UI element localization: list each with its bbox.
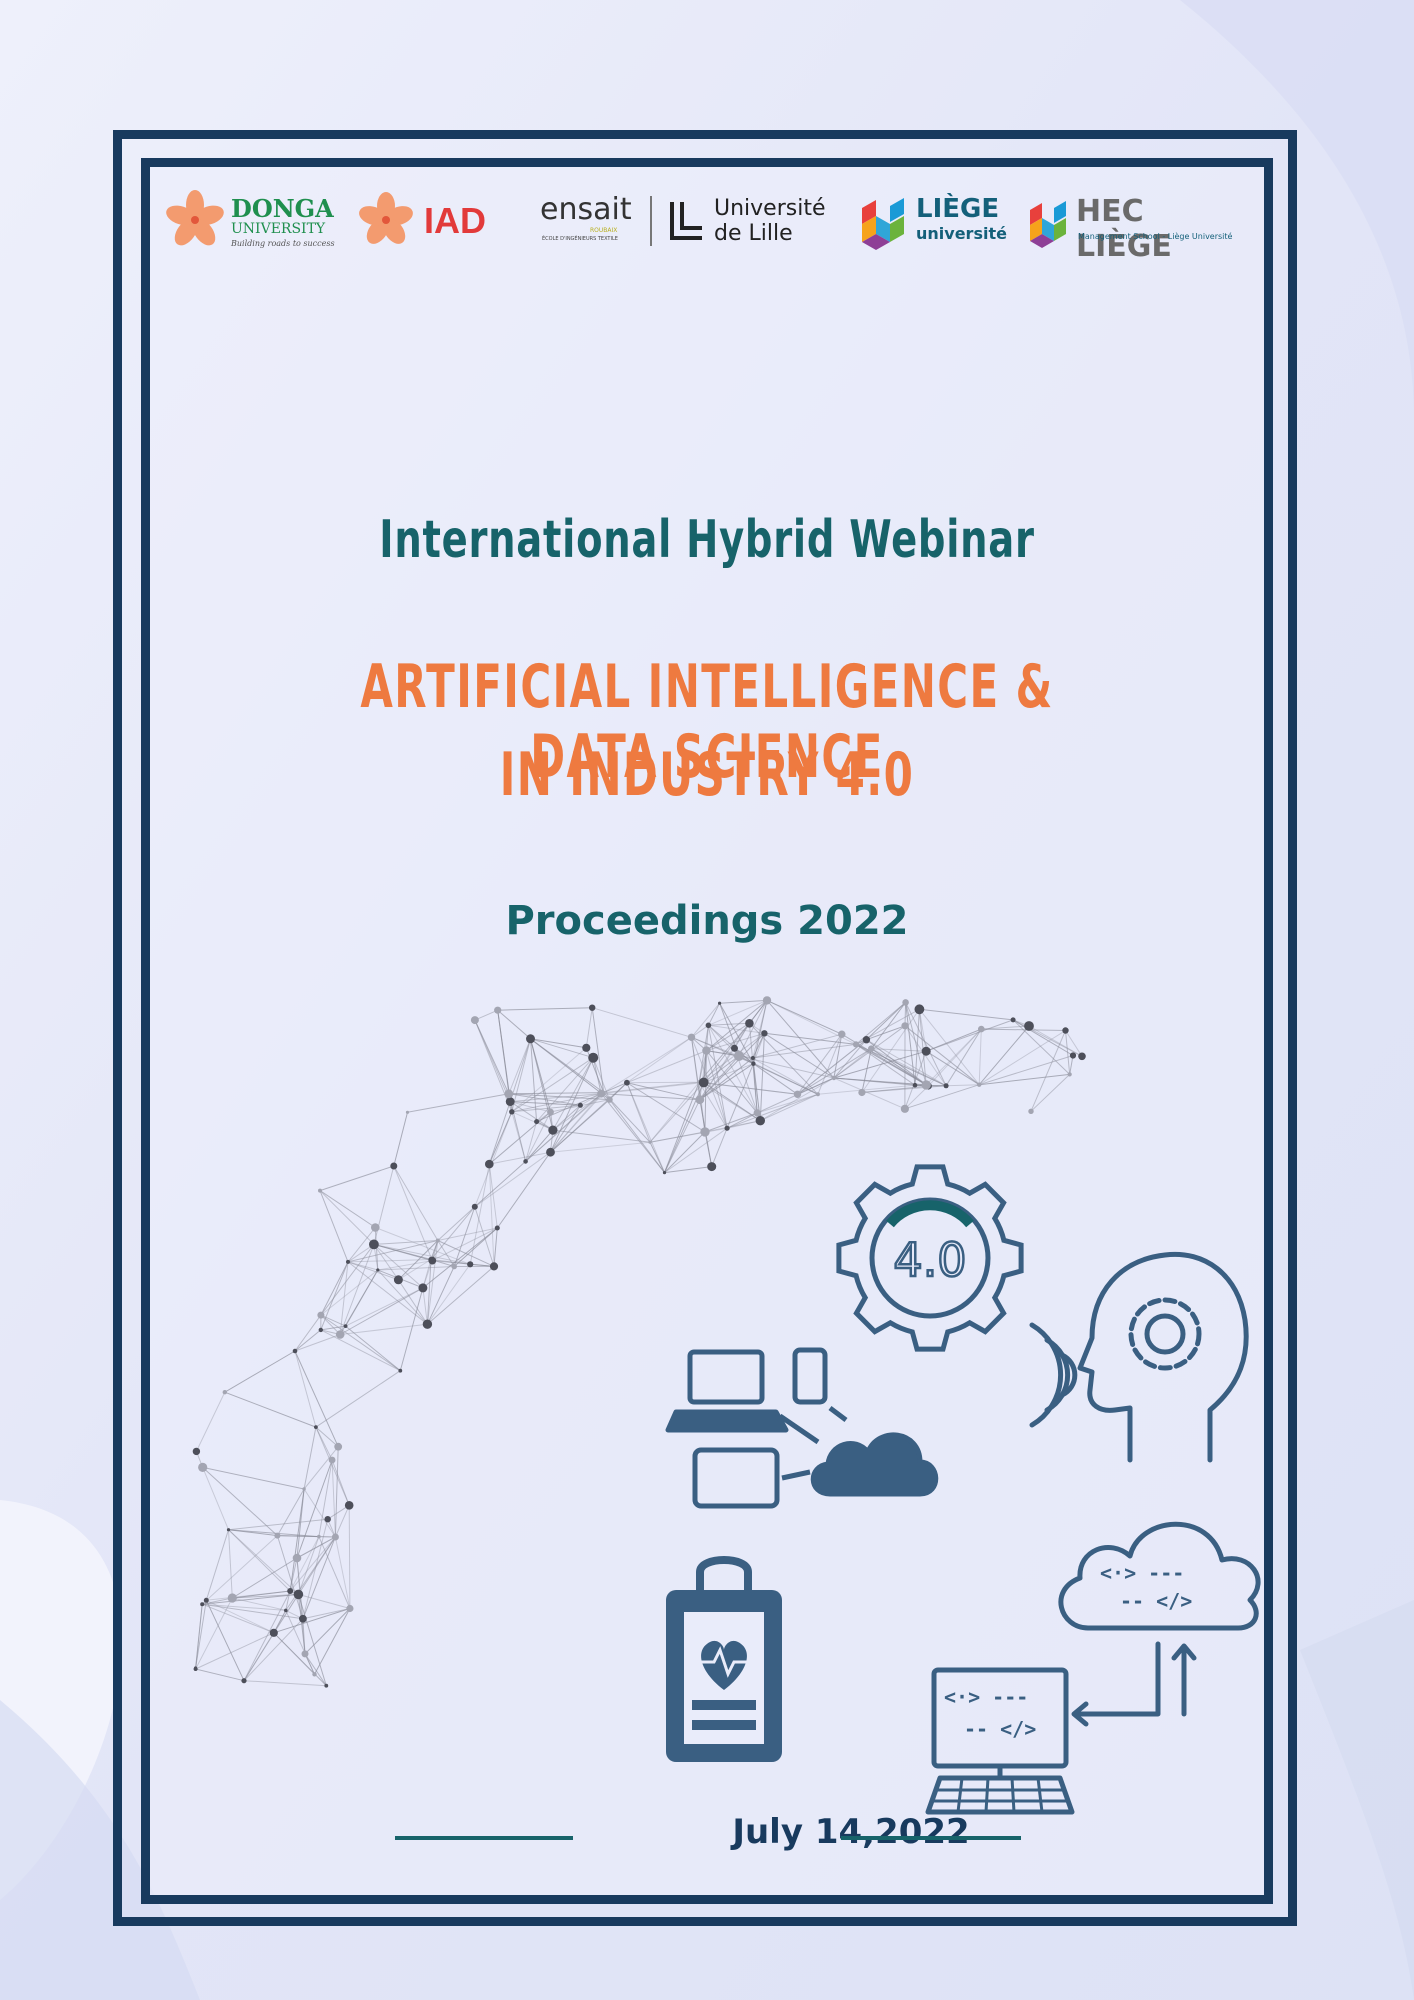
flower-icon xyxy=(359,192,413,244)
logo-divider xyxy=(650,196,652,246)
webinar-subtitle: International Hybrid Webinar xyxy=(379,510,1035,570)
proceedings-label: Proceedings 2022 xyxy=(505,898,909,944)
date-footer: July 14,2022 xyxy=(141,1812,1273,1862)
date-line-right xyxy=(841,1836,1021,1840)
main-title-line-2: IN INDUSTRY 4.0 xyxy=(499,740,915,810)
date-line-left xyxy=(395,1836,573,1840)
hec-liege-logo: HEC LIÈGE Management School - Liège Univ… xyxy=(1026,194,1246,264)
ensait-logo: ensait ROUBAIX ÉCOLE D'INGÉNIEURS TEXTIL… xyxy=(540,192,632,242)
inner-border xyxy=(141,158,1273,1904)
flower-icon xyxy=(166,190,224,246)
iad-logo: IAD xyxy=(356,190,506,250)
event-date: July 14,2022 xyxy=(732,1812,970,1852)
universite-de-lille-logo: Université de Lille xyxy=(668,194,838,250)
donga-university-logo: DONGA UNIVERSITY Building roads to succe… xyxy=(165,188,340,252)
liege-universite-logo: LIÈGE université xyxy=(858,194,1008,254)
